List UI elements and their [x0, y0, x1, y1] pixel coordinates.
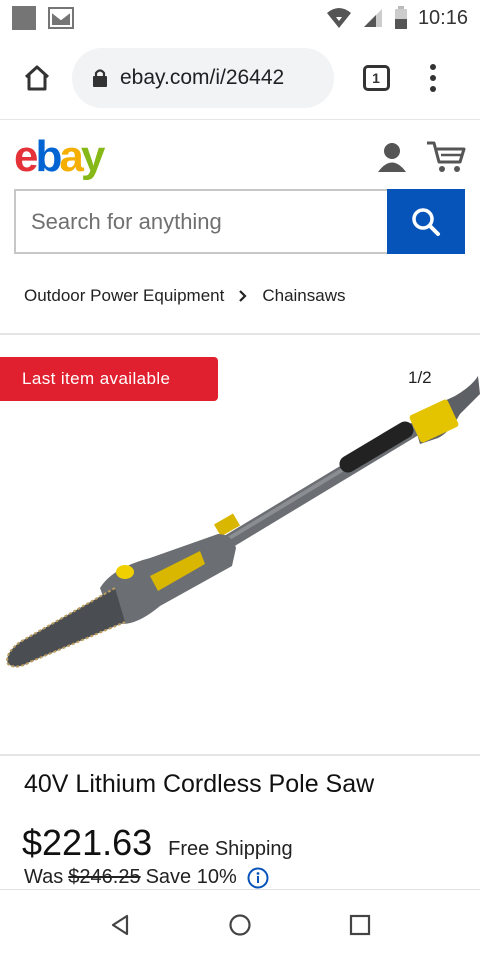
site-header: ebay [0, 124, 480, 190]
menu-dot-icon [430, 85, 436, 92]
cart-icon[interactable] [426, 140, 466, 174]
battery-icon [394, 6, 407, 29]
divider [0, 333, 480, 335]
was-label: Was [24, 866, 64, 888]
last-item-badge: Last item available [0, 357, 218, 401]
home-button[interactable] [12, 53, 62, 103]
search-icon [412, 207, 440, 236]
status-bar: 10:16 [0, 0, 480, 36]
browser-toolbar: ebay.com/i/26442 1 [0, 36, 480, 120]
info-icon[interactable] [247, 867, 269, 889]
image-counter: 1/2 [408, 368, 432, 387]
search-bar [14, 189, 465, 254]
status-time: 10:16 [417, 6, 468, 29]
wifi-icon [326, 8, 351, 28]
address-bar[interactable]: ebay.com/i/26442 [72, 47, 334, 108]
chevron-right-icon [239, 290, 247, 302]
product-image-carousel[interactable]: Last item available 1/2 [0, 336, 480, 754]
overflow-menu-button[interactable] [418, 58, 448, 98]
signal-icon [363, 9, 382, 27]
tab-switcher-button[interactable]: 1 [356, 58, 396, 98]
product-price: $221.63 [22, 822, 153, 863]
breadcrumb-item-chainsaws[interactable]: Chainsaws [262, 286, 345, 306]
search-button[interactable] [387, 189, 465, 254]
breadcrumb: Outdoor Power Equipment Chainsaws [24, 276, 346, 316]
back-icon[interactable] [109, 913, 131, 937]
account-icon[interactable] [376, 141, 408, 173]
notification-square-icon [12, 6, 36, 30]
gmail-icon [48, 7, 74, 29]
product-title: 40V Lithium Cordless Pole Saw [24, 770, 375, 798]
system-nav-bar [0, 889, 480, 960]
was-price-row: Was $246.25 Save 10% [24, 866, 269, 889]
was-price: $246.25 [68, 866, 141, 888]
price-row: $221.63 Free Shipping [22, 822, 293, 864]
ebay-logo[interactable]: ebay [14, 135, 105, 179]
menu-dot-icon [430, 74, 436, 81]
home-icon [24, 65, 50, 90]
savings-text: Save 10% [145, 866, 237, 888]
shipping-text: Free Shipping [168, 838, 293, 860]
breadcrumb-item-outdoor-power-equipment[interactable]: Outdoor Power Equipment [24, 286, 224, 306]
recents-icon[interactable] [349, 914, 371, 936]
home-circle-icon[interactable] [228, 913, 252, 937]
lock-icon [93, 68, 107, 87]
tab-count: 1 [362, 64, 390, 91]
search-input[interactable] [14, 189, 387, 254]
url-text: ebay.com/i/26442 [120, 65, 285, 89]
menu-dot-icon [430, 63, 436, 70]
divider [0, 754, 480, 756]
